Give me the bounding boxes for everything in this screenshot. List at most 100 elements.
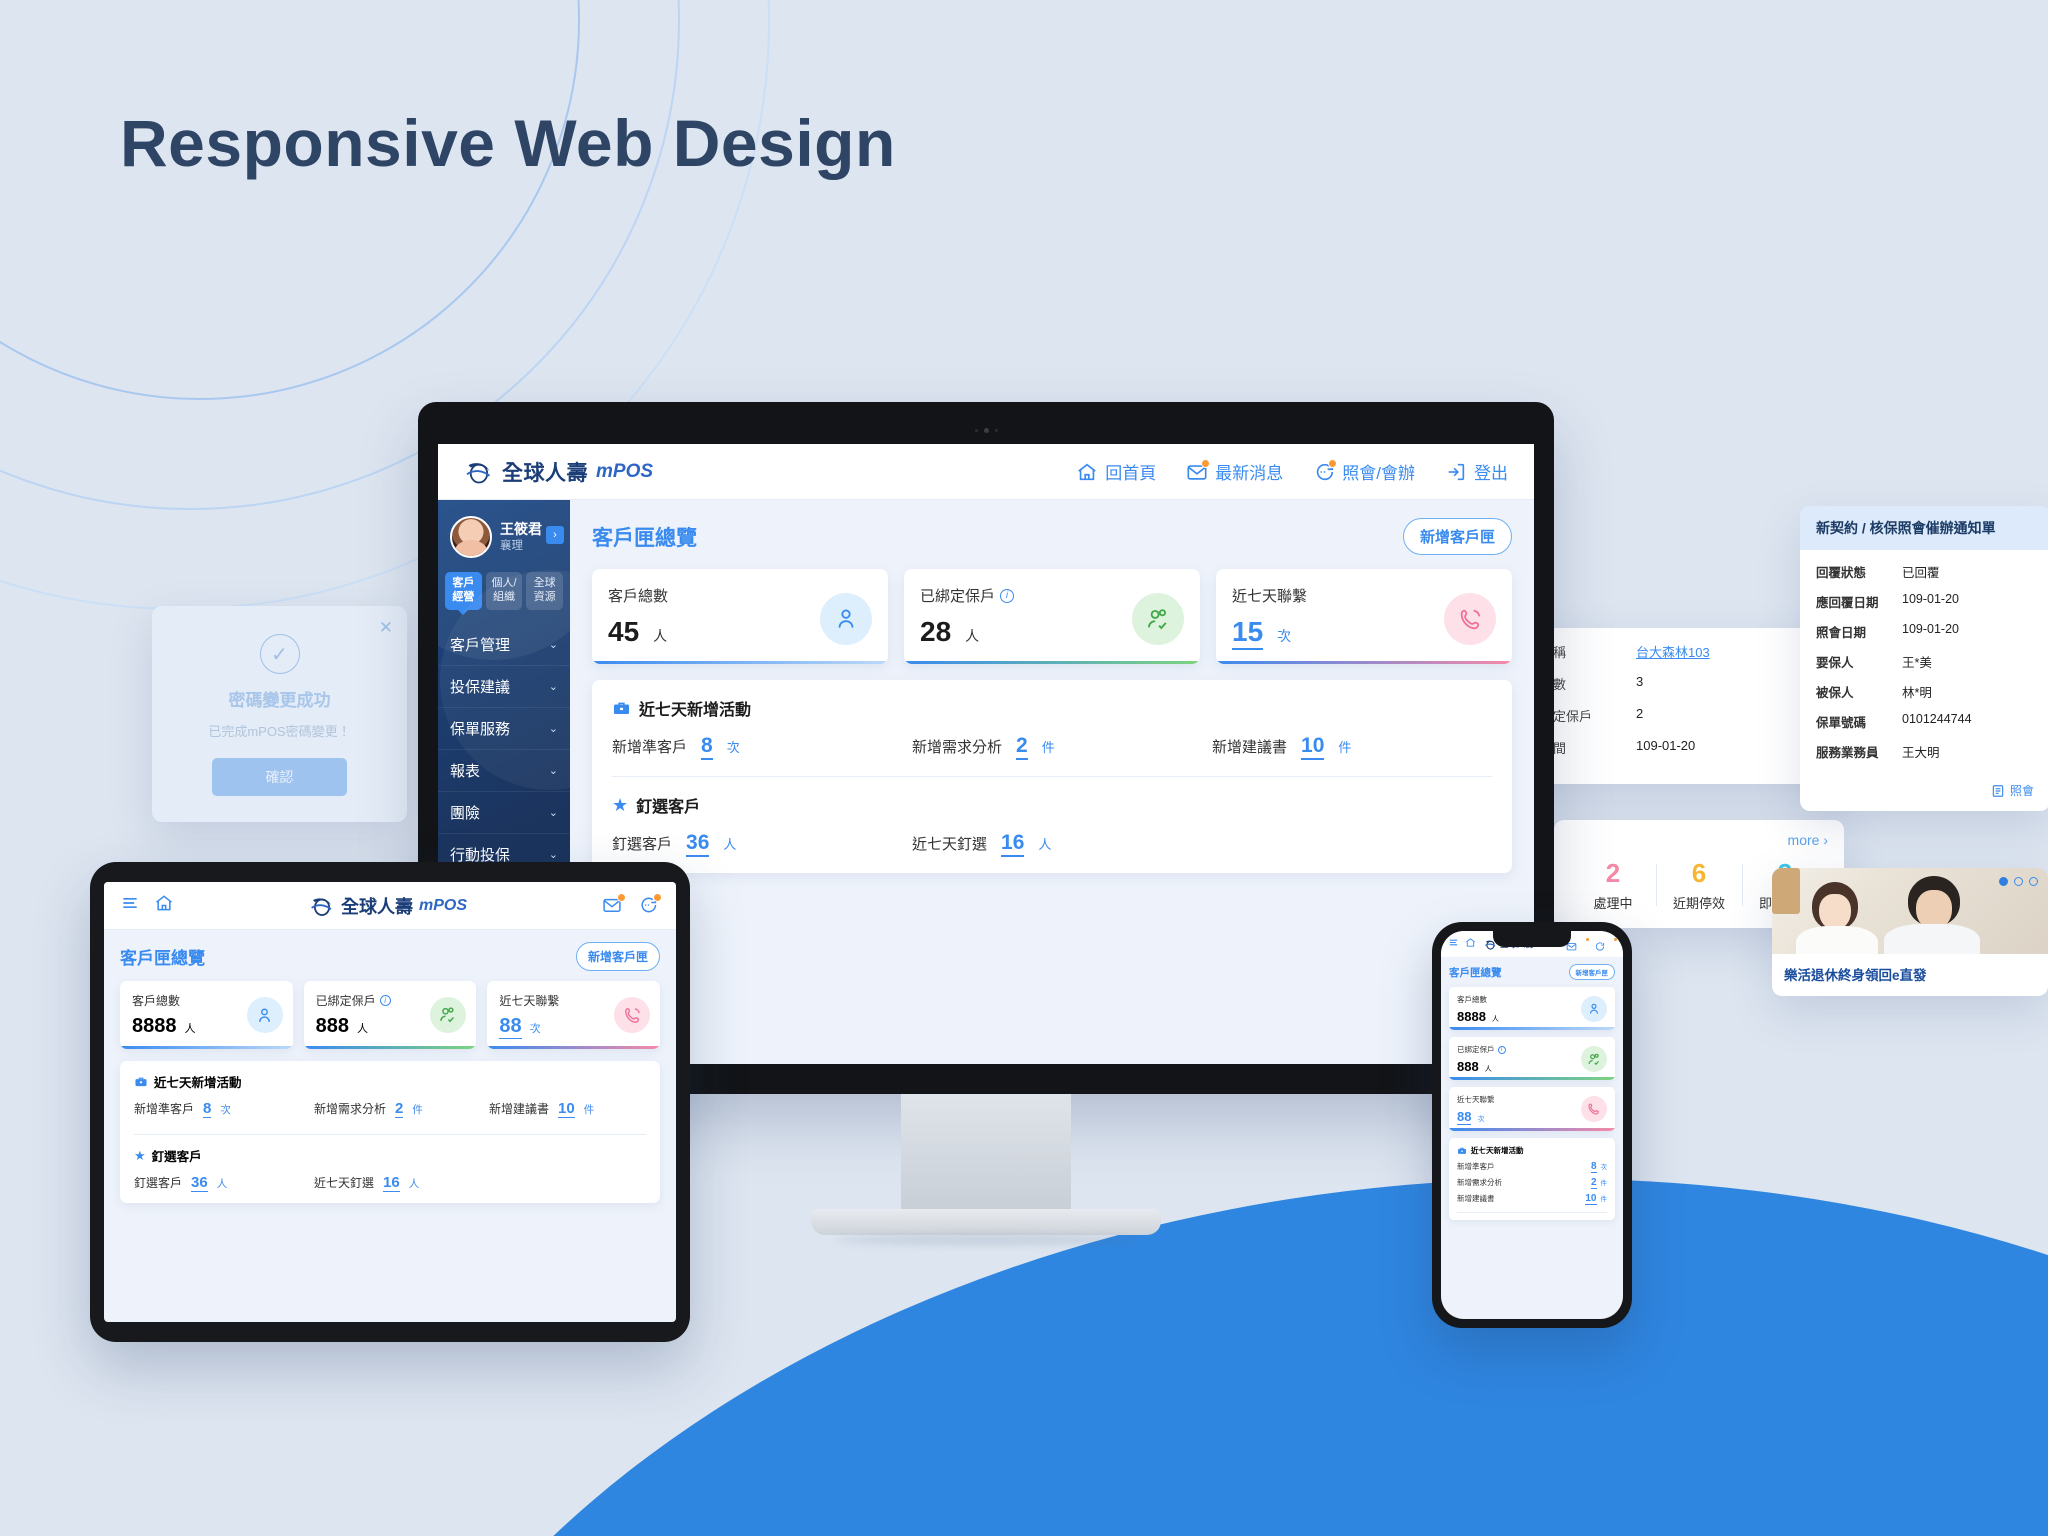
metric-recent-pinned[interactable]: 近七天釘選 16 人	[912, 831, 1051, 857]
policy-stat[interactable]: 2 處理中	[1570, 858, 1656, 912]
user-profile[interactable]: 王筱君 襄理 ›	[438, 500, 570, 566]
metric-value: 16	[1001, 831, 1025, 857]
metric-unit: 人	[723, 837, 737, 852]
metric-value: 10	[1301, 734, 1325, 760]
chat-icon	[1313, 458, 1338, 483]
row-value-link[interactable]: 台大森林103	[1636, 642, 1710, 661]
phone-icon	[614, 997, 651, 1033]
chat-icon[interactable]	[1594, 936, 1618, 951]
brand-logo[interactable]: 全球人壽 mPOS	[309, 893, 467, 919]
confirm-button[interactable]: 確認	[212, 758, 347, 796]
metric-new-prospects[interactable]: 新增準客戶 8 次	[612, 734, 912, 760]
metric-value: 8	[203, 1100, 212, 1118]
chat-icon[interactable]	[638, 892, 662, 917]
nav-item-home[interactable]: 回首頁	[1076, 459, 1156, 484]
tab-label-line1: 客戶	[452, 577, 475, 589]
stat-card-total-customers[interactable]: 客戶總數 8888 人	[120, 981, 293, 1049]
metric-pinned-customers[interactable]: 釘選客戶 36 人	[612, 831, 912, 857]
stat-label-text: 客戶總數	[132, 994, 181, 1008]
metric-new-prospects[interactable]: 新增準客戶 8 次	[134, 1100, 314, 1118]
menu-label: 客戶管理	[450, 636, 511, 654]
stat-card-total-customers[interactable]: 客戶總數 8888 人	[1449, 987, 1615, 1030]
stat-card-bound-policyholders[interactable]: 已綁定保戶 i 888 人	[1449, 1037, 1615, 1080]
hamburger-icon[interactable]	[1448, 935, 1459, 953]
stat-label-text: 客戶總數	[608, 588, 669, 605]
password-change-dialog: ✕ ✓ 密碼變更成功 已完成mPOS密碼變更！ 確認	[152, 606, 407, 822]
nav-item-news[interactable]: 最新消息	[1186, 458, 1283, 484]
metric-needs-analysis[interactable]: 新增需求分析 2 件	[1457, 1177, 1607, 1189]
mail-icon[interactable]	[602, 892, 626, 917]
promo-carousel-card[interactable]: 樂活退休終身領回e直發	[1772, 868, 2048, 996]
sidebar-item-group-insurance[interactable]: 團險 ⌄	[438, 792, 570, 834]
underwriting-notice-card: 新契約 / 核保照會催辦通知單 回覆狀態 已回覆 應回覆日期 109-01-20…	[1800, 506, 2048, 811]
row-key: 保單號碼	[1816, 716, 1867, 730]
sidebar-tab-customer[interactable]: 客戶 經營	[445, 572, 482, 610]
policy-stat[interactable]: 6 近期停效	[1656, 858, 1742, 912]
brand-logo[interactable]: 全球人壽 mPOS	[464, 457, 653, 487]
section-divider	[134, 1134, 646, 1135]
stat-card-row: 客戶總數 8888 人 已綁定保戶 i 888 人 近七天聯繫 88 次	[120, 981, 661, 1049]
nav-item-logout[interactable]: 登出	[1445, 459, 1508, 484]
activity-panel: 近七天新增活動 新增準客戶 8 次 新增需求分析 2 件 新增建議書 10 件 …	[592, 680, 1512, 873]
carousel-dot[interactable]	[2014, 877, 2023, 886]
phone-icon	[1581, 1096, 1607, 1122]
document-icon	[1992, 784, 2004, 797]
notice-footer-action[interactable]: 照會	[1800, 780, 2048, 811]
chevron-down-icon: ⌄	[548, 680, 558, 693]
info-icon[interactable]: i	[1497, 1045, 1506, 1054]
row-value: 3	[1636, 674, 1644, 689]
notification-badge	[1613, 936, 1618, 942]
metric-needs-analysis[interactable]: 新增需求分析 2 件	[912, 734, 1212, 760]
metric-recent-pinned[interactable]: 近七天釘選 16 人	[314, 1174, 419, 1192]
add-customer-folder-button[interactable]: 新增客戶匣	[575, 942, 660, 971]
metric-new-proposals[interactable]: 新增建議書 10 件	[489, 1100, 594, 1118]
info-icon[interactable]: i	[379, 995, 391, 1006]
metric-pinned-customers[interactable]: 釘選客戶 36 人	[134, 1174, 314, 1192]
tab-label-line1: 全球	[533, 577, 556, 589]
metric-needs-analysis[interactable]: 新增需求分析 2 件	[314, 1100, 489, 1118]
metric-new-prospects[interactable]: 新增準客戶 8 次	[1457, 1161, 1607, 1173]
info-icon[interactable]: i	[1000, 588, 1015, 603]
metric-unit: 件	[1338, 740, 1352, 755]
more-link[interactable]: more ›	[1570, 832, 1828, 848]
stat-label-text: 已綁定保戶	[920, 588, 996, 605]
add-customer-folder-button[interactable]: 新增客戶匣	[1402, 518, 1512, 555]
stat-card-bound-policyholders[interactable]: 已綁定保戶 i 28 人	[904, 569, 1200, 664]
close-icon[interactable]: ✕	[379, 618, 393, 638]
expand-profile-button[interactable]: ›	[546, 526, 564, 544]
sidebar-item-policy-service[interactable]: 保單服務 ⌄	[438, 708, 570, 750]
stat-card-recent-contacts[interactable]: 近七天聯繫 88 次	[487, 981, 661, 1049]
activity-metric-row: 新增準客戶 8 次 新增需求分析 2 件 新增建議書 10 件	[134, 1100, 646, 1118]
brand-name: 全球人壽	[502, 461, 588, 485]
monitor-base	[811, 1209, 1161, 1235]
stat-card-total-customers[interactable]: 客戶總數 45 人	[592, 569, 888, 664]
add-customer-folder-button[interactable]: 新增客戶匣	[1568, 964, 1615, 980]
metric-value: 10	[558, 1100, 575, 1118]
sidebar-tab-resources[interactable]: 全球 資源	[526, 572, 564, 610]
carousel-dots[interactable]	[1999, 877, 2038, 886]
table-row: 回覆狀態 已回覆	[1816, 562, 2034, 581]
metric-new-proposals[interactable]: 新增建議書 10 件	[1212, 734, 1351, 760]
section-title-text: 釘選客戶	[151, 1150, 202, 1164]
sidebar-tab-personal[interactable]: 個人/ 組織	[485, 572, 523, 610]
stat-card-recent-contacts[interactable]: 近七天聯繫 88 次	[1449, 1087, 1615, 1131]
section-title-text: 近七天新增活動	[1471, 1146, 1524, 1155]
webcam	[438, 424, 1534, 436]
carousel-dot[interactable]	[1999, 877, 2008, 886]
carousel-dot[interactable]	[2029, 877, 2038, 886]
briefcase-icon	[135, 1077, 147, 1086]
home-icon[interactable]	[154, 893, 174, 918]
home-icon[interactable]	[1465, 935, 1476, 953]
stat-label-text: 近七天聯繫	[499, 994, 560, 1008]
sidebar-item-customer-mgmt[interactable]: 客戶管理 ⌄	[438, 624, 570, 666]
dialog-title: 密碼變更成功	[228, 691, 331, 710]
hamburger-icon[interactable]	[120, 893, 140, 918]
table-row: 服務業務員 王大明	[1816, 742, 2034, 761]
sidebar-item-insurance-advice[interactable]: 投保建議 ⌄	[438, 666, 570, 708]
sidebar-item-reports[interactable]: 報表 ⌄	[438, 750, 570, 792]
stat-card-recent-contacts[interactable]: 近七天聯繫 15 次	[1216, 569, 1512, 664]
stat-card-bound-policyholders[interactable]: 已綁定保戶 i 888 人	[303, 981, 477, 1049]
metric-new-proposals[interactable]: 新增建議書 10 件	[1457, 1193, 1607, 1205]
stat-card-row: 客戶總數 45 人 已綁定保戶 i 28 人 近七天聯繫 15 次	[592, 569, 1512, 664]
nav-item-inquiry[interactable]: 照會/會辦	[1313, 458, 1415, 484]
